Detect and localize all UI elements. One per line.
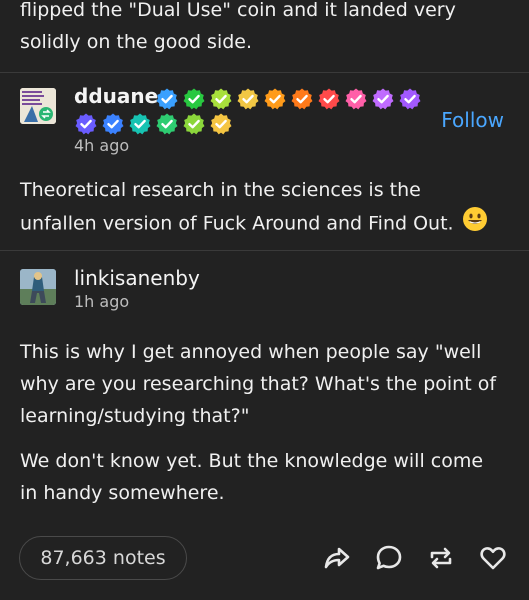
timestamp: 1h ago (74, 292, 130, 311)
body-line: Theoretical research in the sciences is … (20, 179, 421, 201)
body-line: in handy somewhere. (20, 482, 225, 504)
verified-checkmark-badge-icon (75, 113, 97, 135)
verified-checkmark-badge-icon (318, 88, 340, 110)
reblog-body: We don't know yet. But the knowledge wil… (20, 445, 520, 509)
verified-checkmark-badge-icon (183, 88, 205, 110)
avatar-linkisanenby[interactable] (20, 269, 56, 305)
grinning-face-icon (462, 206, 488, 242)
body-line: This is why I get annoyed when people sa… (20, 341, 482, 363)
verified-checkmark-badge-icon (129, 113, 151, 135)
divider (0, 250, 529, 251)
verified-checkmark-badge-icon (156, 113, 178, 135)
verified-checkmark-badge-icon (264, 88, 286, 110)
share-icon[interactable] (323, 544, 351, 572)
body-line: We don't know yet. But the knowledge wil… (20, 450, 484, 472)
previous-post-text: flipped the "Dual Use" coin and it lande… (20, 0, 510, 58)
body-line: why are you researching that? What's the… (20, 373, 497, 395)
badge-row (74, 112, 233, 136)
previous-post-line: solidly on the good side. (20, 31, 253, 53)
body-line: learning/studying that?" (20, 405, 250, 427)
verified-checkmark-badge-icon (372, 88, 394, 110)
verified-checkmark-badge-icon (183, 113, 205, 135)
verified-checkmark-badge-icon (291, 88, 313, 110)
avatar-dduane[interactable] (20, 88, 56, 124)
reblog-icon[interactable] (427, 544, 455, 572)
username-dduane[interactable]: dduane (74, 84, 158, 108)
timestamp: 4h ago (74, 136, 130, 155)
username-linkisanenby[interactable]: linkisanenby (74, 266, 200, 290)
body-line: unfallen version of Fuck Around and Find… (20, 206, 520, 242)
reblog-body: This is why I get annoyed when people sa… (20, 336, 520, 432)
verified-checkmark-badge-icon (156, 88, 178, 110)
verified-checkmark-badge-icon (399, 88, 421, 110)
verified-checkmark-badge-icon (210, 113, 232, 135)
verified-checkmark-badge-icon (102, 113, 124, 135)
verified-checkmark-badge-icon (237, 88, 259, 110)
body-line-text: unfallen version of Fuck Around and Find… (20, 212, 454, 235)
verified-checkmark-badge-icon (345, 88, 367, 110)
reblog-body: Theoretical research in the sciences is … (20, 174, 520, 242)
follow-button[interactable]: Follow (441, 108, 504, 132)
like-heart-icon[interactable] (479, 544, 507, 572)
divider (0, 72, 529, 73)
notes-button[interactable]: 87,663 notes (19, 536, 187, 580)
previous-post-line: flipped the "Dual Use" coin and it lande… (20, 0, 456, 21)
badge-row (155, 87, 422, 111)
reply-icon[interactable] (375, 544, 403, 572)
verified-checkmark-badge-icon (210, 88, 232, 110)
